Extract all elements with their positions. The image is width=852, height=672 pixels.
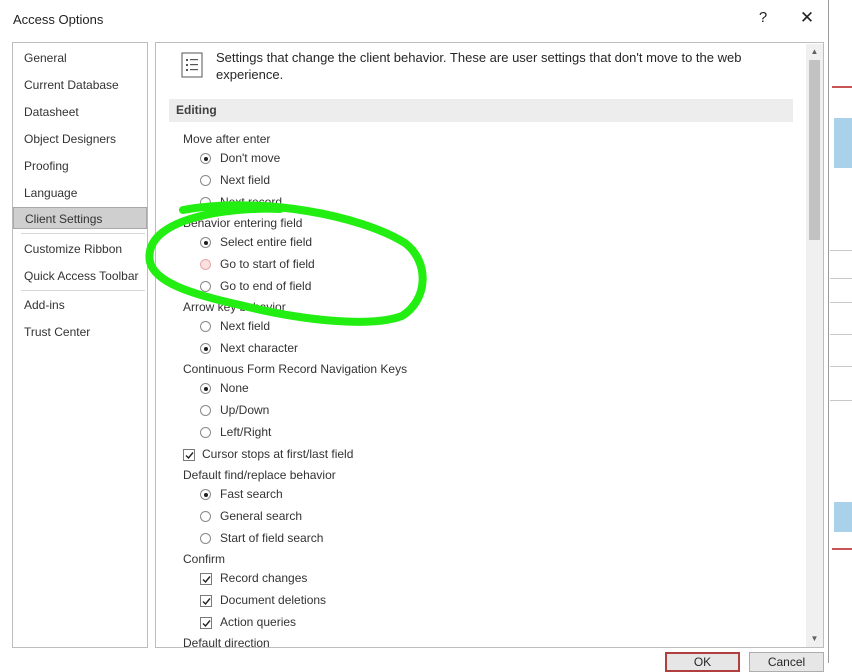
group-label-continuous-form-navigation: Continuous Form Record Navigation Keys bbox=[183, 362, 408, 376]
radio-button[interactable] bbox=[200, 259, 211, 270]
radio-button[interactable] bbox=[200, 153, 211, 164]
nav-item-general[interactable]: General bbox=[13, 47, 147, 69]
option-label: Next field bbox=[220, 173, 271, 187]
content-scrollbar[interactable]: ▲ ▼ bbox=[806, 44, 823, 647]
option-label: Up/Down bbox=[220, 403, 270, 417]
background-divider bbox=[830, 366, 852, 367]
radio-button[interactable] bbox=[200, 533, 211, 544]
scrollbar-thumb[interactable] bbox=[809, 60, 820, 240]
radio-button[interactable] bbox=[200, 197, 211, 208]
nav-separator bbox=[21, 233, 145, 234]
options-category-nav: General Current Database Datasheet Objec… bbox=[12, 42, 148, 648]
radio-button[interactable] bbox=[200, 343, 211, 354]
option-label: Next record bbox=[220, 195, 283, 209]
option-label: Don't move bbox=[220, 151, 281, 165]
settings-content-panel: Settings that change the client behavior… bbox=[155, 42, 824, 648]
option-label: Start of field search bbox=[220, 531, 324, 545]
group-label-confirm: Confirm bbox=[183, 552, 226, 566]
nav-item-quick-access-toolbar[interactable]: Quick Access Toolbar bbox=[13, 265, 147, 287]
radio-button[interactable] bbox=[200, 489, 211, 500]
page-description: Settings that change the client behavior… bbox=[216, 50, 742, 82]
radio-button[interactable] bbox=[200, 511, 211, 522]
checkbox[interactable] bbox=[200, 573, 212, 585]
group-label-find-replace: Default find/replace behavior bbox=[183, 468, 336, 482]
group-label-behavior-entering-field: Behavior entering field bbox=[183, 216, 303, 230]
nav-item-language[interactable]: Language bbox=[13, 182, 147, 204]
nav-item-client-settings[interactable]: Client Settings bbox=[13, 207, 147, 229]
option-label: Go to start of field bbox=[220, 257, 315, 271]
group-label-move-after-enter: Move after enter bbox=[183, 132, 271, 146]
section-header-editing: Editing bbox=[169, 99, 793, 122]
nav-item-proofing[interactable]: Proofing bbox=[13, 155, 147, 177]
nav-item-datasheet[interactable]: Datasheet bbox=[13, 101, 147, 123]
nav-item-trust-center[interactable]: Trust Center bbox=[13, 321, 147, 343]
group-label-default-direction: Default direction bbox=[183, 636, 270, 648]
background-divider bbox=[830, 278, 852, 279]
radio-button[interactable] bbox=[200, 427, 211, 438]
checkbox[interactable] bbox=[183, 449, 195, 461]
background-app-edge bbox=[830, 0, 852, 663]
dialog-title: Access Options bbox=[13, 12, 104, 27]
cancel-button[interactable]: Cancel bbox=[749, 652, 824, 672]
background-accent bbox=[832, 86, 852, 88]
option-label: Fast search bbox=[220, 487, 283, 501]
section-title: Editing bbox=[176, 103, 217, 117]
background-divider bbox=[830, 250, 852, 251]
access-options-dialog: Access Options ? ✕ General Current Datab… bbox=[0, 0, 829, 672]
close-button[interactable]: ✕ bbox=[796, 8, 818, 30]
nav-item-customize-ribbon[interactable]: Customize Ribbon bbox=[13, 238, 147, 260]
option-label: General search bbox=[220, 509, 303, 523]
background-accent bbox=[832, 548, 852, 550]
option-label: Cursor stops at first/last field bbox=[202, 447, 354, 461]
scroll-down-arrow-icon[interactable]: ▼ bbox=[806, 631, 823, 647]
help-button[interactable]: ? bbox=[755, 9, 771, 29]
background-highlight bbox=[834, 502, 852, 532]
option-label: None bbox=[220, 381, 249, 395]
option-label: Next character bbox=[220, 341, 299, 355]
checkbox[interactable] bbox=[200, 595, 212, 607]
option-label: Left/Right bbox=[220, 425, 272, 439]
nav-item-add-ins[interactable]: Add-ins bbox=[13, 294, 147, 316]
option-label: Select entire field bbox=[220, 235, 313, 249]
group-label-arrow-key-behavior: Arrow key behavior bbox=[183, 300, 286, 314]
title-bar: Access Options ? ✕ bbox=[0, 0, 829, 38]
radio-button[interactable] bbox=[200, 405, 211, 416]
nav-separator bbox=[21, 290, 145, 291]
settings-page-icon bbox=[181, 52, 203, 78]
option-label: Next field bbox=[220, 319, 271, 333]
background-divider bbox=[830, 334, 852, 335]
radio-button[interactable] bbox=[200, 321, 211, 332]
radio-button[interactable] bbox=[200, 175, 211, 186]
nav-item-current-database[interactable]: Current Database bbox=[13, 74, 147, 96]
radio-button[interactable] bbox=[200, 281, 211, 292]
option-label: Document deletions bbox=[220, 593, 327, 607]
scroll-up-arrow-icon[interactable]: ▲ bbox=[806, 44, 823, 60]
ok-button[interactable]: OK bbox=[665, 652, 740, 672]
option-label: Action queries bbox=[220, 615, 297, 629]
radio-button[interactable] bbox=[200, 383, 211, 394]
radio-button[interactable] bbox=[200, 237, 211, 248]
background-divider bbox=[830, 302, 852, 303]
option-label: Record changes bbox=[220, 571, 308, 585]
background-highlight bbox=[834, 118, 852, 168]
checkbox[interactable] bbox=[200, 617, 212, 629]
nav-item-object-designers[interactable]: Object Designers bbox=[13, 128, 147, 150]
option-label: Go to end of field bbox=[220, 279, 312, 293]
background-divider bbox=[830, 400, 852, 401]
